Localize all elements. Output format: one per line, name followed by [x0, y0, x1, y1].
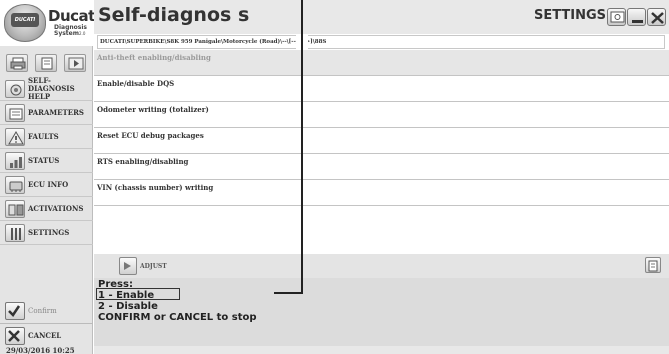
brand-logo-area: DUCATI Ducati Diagnosis System2.0	[0, 0, 100, 46]
play-icon	[124, 262, 131, 270]
list-item-rts[interactable]: RTS enabling/disabling	[94, 154, 669, 180]
sidebar-item-activations[interactable]: ACTIVATIONS	[0, 197, 93, 221]
list-item-vin[interactable]: VIN (chassis number) writing	[94, 180, 669, 206]
close-icon	[651, 12, 664, 24]
header: Self-diagnos s SETTINGS	[94, 0, 669, 34]
sidebar-item-faults[interactable]: FAULTS	[0, 125, 93, 149]
confirm-button[interactable]: Confirm	[0, 299, 93, 324]
list-scroll-icon	[648, 260, 658, 272]
prompt-option-disable: 2 - Disable	[98, 301, 158, 312]
self-diagnosis-icon	[5, 80, 25, 98]
sidebar-item-status[interactable]: STATUS	[0, 149, 93, 173]
datetime: 29/03/2016 10:25	[6, 346, 75, 354]
brand-title: Ducati	[48, 7, 100, 25]
brand-subtitle-line2: System2.0	[54, 30, 85, 37]
prompt-panel: Press: 1 - Enable 2 - Disable CONFIRM or…	[94, 278, 669, 346]
forward-button[interactable]	[64, 54, 86, 72]
sidebar-item-label: PARAMETERS	[28, 108, 84, 117]
close-icon	[5, 327, 25, 345]
confirm-label: Confirm	[28, 307, 57, 315]
sidebar-item-self-diagnosis-help[interactable]: SELF-DIAGNOSIS HELP	[0, 77, 93, 101]
list-item-enable-dqs[interactable]: Enable/disable DQS	[94, 76, 669, 102]
play-icon	[68, 57, 84, 70]
list-item-label: Enable/disable DQS	[97, 79, 175, 88]
ducati-badge-text: DUCATI	[11, 13, 39, 27]
callout-line-horizontal	[274, 292, 303, 294]
list-item-reset-ecu[interactable]: Reset ECU debug packages	[94, 128, 669, 154]
sidebar-item-settings[interactable]: SETTINGS	[0, 221, 93, 245]
adjust-bar: ADJUST	[94, 254, 669, 278]
list-item-label: Reset ECU debug packages	[97, 131, 204, 140]
sidebar-item-parameters[interactable]: PARAMETERS	[0, 101, 93, 125]
adjust-button[interactable]	[119, 257, 137, 275]
close-window-button[interactable]	[647, 8, 666, 26]
sidebar-item-label: ECU INFO	[28, 180, 69, 189]
bottom-strip	[94, 346, 669, 354]
print-icon	[10, 57, 26, 70]
sidebar-item-label: SETTINGS	[28, 228, 70, 237]
page-title: Self-diagnos s	[98, 4, 250, 26]
settings-label: SETTINGS	[534, 8, 607, 23]
checkmark-icon	[5, 302, 25, 320]
ecu-icon	[5, 176, 25, 194]
save-report-button[interactable]	[35, 54, 57, 72]
sidebar-toolbar	[0, 53, 93, 73]
list-item-label: Odometer writing (totalizer)	[97, 105, 209, 114]
warning-icon	[5, 128, 25, 146]
sidebar-item-ecu-info[interactable]: ECU INFO	[0, 173, 93, 197]
cancel-button[interactable]: CANCEL	[0, 324, 93, 348]
brand-version: 2.0	[79, 31, 86, 36]
info-screen-icon	[610, 11, 625, 23]
list-item-label: RTS enabling/disabling	[97, 157, 189, 166]
settings-icon	[5, 224, 25, 242]
minimize-icon	[632, 20, 643, 23]
scroll-button[interactable]	[645, 257, 661, 273]
sidebar: DUCATI Ducati Diagnosis System2.0 SELF-D…	[0, 0, 100, 354]
sidebar-item-label: SELF-DIAGNOSIS HELP	[28, 76, 75, 101]
activations-icon	[5, 200, 25, 218]
list-item-odometer[interactable]: Odometer writing (totalizer)	[94, 102, 669, 128]
list-item-label: VIN (chassis number) writing	[97, 183, 214, 192]
callout-line-vertical	[301, 0, 303, 294]
sidebar-item-label: FAULTS	[28, 132, 59, 141]
prompt-option-enable: 1 - Enable	[98, 290, 155, 301]
info-button[interactable]	[607, 8, 626, 26]
adjust-label: ADJUST	[140, 263, 167, 270]
list-item-label: Anti-theft enabling/disabling	[97, 53, 211, 62]
list-item-anti-theft[interactable]: Anti-theft enabling/disabling	[94, 50, 669, 76]
minimize-button[interactable]	[627, 8, 646, 26]
brand-subtitle-line2-text: System	[54, 30, 79, 37]
sidebar-item-label: ACTIVATIONS	[28, 204, 84, 213]
document-icon	[41, 57, 53, 70]
ducati-logo: DUCATI	[4, 4, 46, 42]
sidebar-item-label: STATUS	[28, 156, 60, 165]
settings-list: Anti-theft enabling/disabling Enable/dis…	[94, 50, 669, 254]
cancel-label: CANCEL	[28, 331, 62, 340]
parameters-icon	[5, 104, 25, 122]
prompt-instruction: CONFIRM or CANCEL to stop	[98, 312, 257, 323]
print-button[interactable]	[6, 54, 28, 72]
main-panel: Self-diagnos s SETTINGS DUCATI\SUPERBIKE…	[94, 0, 669, 354]
breadcrumb-path: DUCATI\SUPERBIKE\S8K 959 Panigale\Motorc…	[97, 35, 665, 49]
status-icon	[5, 152, 25, 170]
